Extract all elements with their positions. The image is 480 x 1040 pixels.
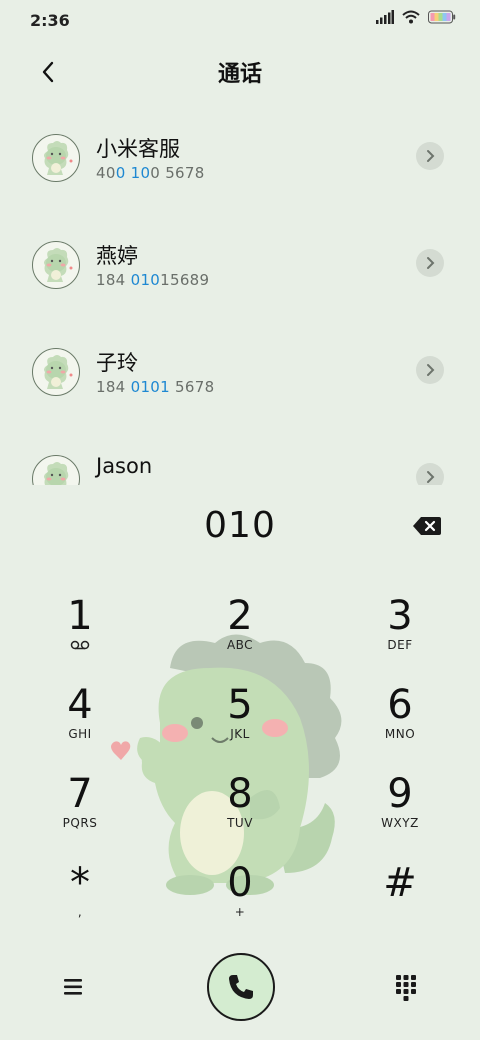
key-8[interactable]: 8 TUV <box>180 772 300 852</box>
contact-detail-button[interactable] <box>416 249 444 277</box>
avatar <box>32 134 80 182</box>
status-bar: 2:36 <box>0 0 480 40</box>
key-digit: 1 <box>67 593 93 639</box>
status-time: 2:36 <box>30 11 70 30</box>
chevron-right-icon <box>427 150 435 162</box>
chevron-right-icon <box>427 257 435 269</box>
dialpad-toggle-button[interactable] <box>392 972 420 1002</box>
key-letters: WXYZ <box>381 816 419 830</box>
chevron-right-icon <box>427 364 435 376</box>
key-digit: 7 <box>67 771 93 817</box>
contact-row[interactable]: 小米客服 400 100 5678 <box>0 105 480 205</box>
key-hash[interactable]: # <box>340 861 460 941</box>
key-9[interactable]: 9 WXYZ <box>340 772 460 852</box>
contact-number: 184 0101 5678 <box>96 378 215 396</box>
contact-name: 燕婷 <box>96 244 138 268</box>
key-digit: 2 <box>227 593 253 639</box>
key-letters: , <box>77 905 83 919</box>
key-6[interactable]: 6 MNO <box>340 683 460 763</box>
key-star[interactable]: * , <box>20 861 140 941</box>
key-4[interactable]: 4 GHI <box>20 683 140 763</box>
key-digit: 0 <box>227 860 253 906</box>
phone-icon <box>229 975 253 999</box>
avatar <box>32 455 80 485</box>
contact-number: 184 01015689 <box>96 271 210 289</box>
bottom-action-bar <box>0 950 480 1030</box>
avatar <box>32 241 80 289</box>
wifi-icon <box>402 10 420 24</box>
call-button[interactable] <box>207 953 275 1021</box>
key-1[interactable]: 1 <box>20 594 140 674</box>
contact-detail-button[interactable] <box>416 142 444 170</box>
backspace-button[interactable] <box>412 514 442 538</box>
signal-icon <box>376 10 394 24</box>
contact-detail-button[interactable] <box>416 463 444 485</box>
key-letters: GHI <box>68 727 92 741</box>
key-digit: 9 <box>387 771 413 817</box>
key-3[interactable]: 3 DEF <box>340 594 460 674</box>
key-letters: ABC <box>226 638 254 652</box>
voicemail-icon <box>70 640 90 650</box>
key-letters: JKL <box>230 727 250 741</box>
contact-row[interactable]: 子玲 184 0101 5678 <box>0 319 480 419</box>
key-2[interactable]: 2 ABC <box>180 594 300 674</box>
key-letters: TUV <box>227 816 253 830</box>
battery-icon <box>428 10 456 24</box>
avatar <box>32 348 80 396</box>
key-digit: 6 <box>387 682 413 728</box>
key-digit: 3 <box>387 593 413 639</box>
contact-number: 400 100 5678 <box>96 164 205 182</box>
contact-name: Jason <box>96 454 153 478</box>
menu-button[interactable] <box>58 972 88 1002</box>
key-digit: # <box>383 860 417 906</box>
backspace-icon <box>413 517 441 535</box>
hamburger-menu-icon <box>64 979 82 995</box>
contact-name: 小米客服 <box>96 137 180 161</box>
page-title: 通话 <box>217 62 262 87</box>
key-letters: PQRS <box>62 816 98 830</box>
header: 通话 <box>0 44 480 96</box>
key-7[interactable]: 7 PQRS <box>20 772 140 852</box>
contact-name: 子玲 <box>96 351 138 375</box>
chevron-right-icon <box>427 471 435 483</box>
contact-detail-button[interactable] <box>416 356 444 384</box>
key-digit: * <box>70 860 90 906</box>
contact-row[interactable]: Jason <box>0 426 480 485</box>
dialed-number: 010 <box>204 505 276 546</box>
key-0[interactable]: 0 + <box>180 861 300 941</box>
status-icons <box>376 10 456 24</box>
key-digit: 5 <box>227 682 253 728</box>
key-letters: + <box>234 905 246 919</box>
key-5[interactable]: 5 JKL <box>180 683 300 763</box>
dialpad-icon <box>396 975 416 1001</box>
contact-suggestions: 小米客服 400 100 5678 燕婷 184 01015689 子玲 184… <box>0 105 480 485</box>
key-letters: DEF <box>387 638 413 652</box>
key-digit: 4 <box>67 682 93 728</box>
contact-row[interactable]: 燕婷 184 01015689 <box>0 212 480 312</box>
key-digit: 8 <box>227 771 253 817</box>
key-letters: MNO <box>384 727 416 741</box>
